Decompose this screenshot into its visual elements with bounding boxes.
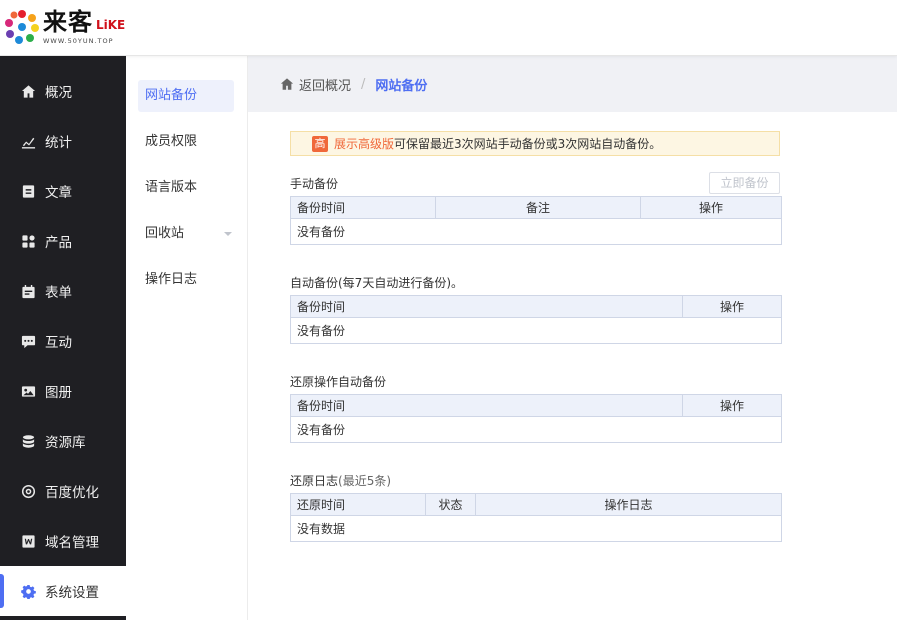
empty-message: 没有备份 <box>290 317 782 344</box>
submenu-item-backup[interactable]: 网站备份 <box>138 80 234 112</box>
settings-submenu: 网站备份 成员权限 语言版本 回收站 操作日志 <box>126 56 248 620</box>
breadcrumb-separator: / <box>361 76 366 92</box>
sidebar-item-form[interactable]: 表单 <box>0 266 126 316</box>
article-icon <box>20 183 36 199</box>
sidebar-item-database[interactable]: 资源库 <box>0 416 126 466</box>
sidebar-item-label: 资源库 <box>45 435 86 451</box>
premium-badge-icon: 高 <box>312 135 328 152</box>
breadcrumb-current: 网站备份 <box>375 78 428 94</box>
home-icon <box>20 83 36 99</box>
restore-backup-title: 还原操作自动备份 <box>290 375 387 389</box>
table-header-row: 还原时间 状态 操作日志 <box>290 493 782 516</box>
column-header: 备注 <box>435 196 641 219</box>
submenu-item-recycle[interactable]: 回收站 <box>138 218 234 250</box>
submenu-item-logs[interactable]: 操作日志 <box>138 264 234 296</box>
column-header: 操作 <box>682 394 782 417</box>
sidebar-item-stats[interactable]: 统计 <box>0 116 126 166</box>
backup-now-button[interactable]: 立即备份 <box>709 172 780 194</box>
sidebar-item-label: 统计 <box>45 135 72 151</box>
auto-backup-title: 自动备份(每7天自动进行备份)。 <box>290 276 463 290</box>
logo-url: WWW.50YUN.TOP <box>43 37 114 45</box>
table-header-row: 备份时间 备注 操作 <box>290 196 782 219</box>
sidebar-item-settings[interactable]: 系统设置 <box>0 566 126 616</box>
submenu-item-language[interactable]: 语言版本 <box>138 172 234 204</box>
column-header: 备份时间 <box>290 196 436 219</box>
submenu-item-label: 回收站 <box>145 226 185 241</box>
logo-text-cn: 来客 <box>43 8 93 36</box>
upgrade-link[interactable]: 展示高级版 <box>334 135 394 152</box>
top-header: 来客 LiKE WWW.50YUN.TOP <box>0 0 897 56</box>
stats-icon <box>20 133 36 149</box>
sidebar-item-interact[interactable]: 互动 <box>0 316 126 366</box>
restore-log-table: 还原时间 状态 操作日志 没有数据 <box>290 493 782 542</box>
sidebar-item-seo[interactable]: 百度优化 <box>0 466 126 516</box>
restore-log-subtitle: (最近5条) <box>338 474 392 488</box>
database-icon <box>20 433 36 449</box>
table-row: 没有数据 <box>290 515 782 542</box>
chevron-down-icon <box>224 232 232 236</box>
restore-log-title: 还原日志(最近5条) <box>290 472 391 489</box>
manual-backup-table: 备份时间 备注 操作 没有备份 <box>290 196 782 245</box>
sidebar-item-label: 图册 <box>45 385 72 401</box>
form-icon <box>20 283 36 299</box>
main-sidebar: 概况 统计 文章 产品 表单 互动 图册 资源库 百度优化 域名管理 系统设置 <box>0 56 126 620</box>
restore-backup-table: 备份时间 操作 没有备份 <box>290 394 782 443</box>
submenu-item-members[interactable]: 成员权限 <box>138 126 234 158</box>
column-header: 备份时间 <box>290 295 683 318</box>
sidebar-item-label: 产品 <box>45 235 72 251</box>
sidebar-item-label: 百度优化 <box>45 485 99 501</box>
sidebar-item-label: 域名管理 <box>45 535 99 551</box>
table-header-row: 备份时间 操作 <box>290 394 782 417</box>
table-row: 没有备份 <box>290 218 782 245</box>
home-icon <box>280 78 294 90</box>
breadcrumb-home-label: 返回概况 <box>299 78 352 94</box>
logo-mark-icon <box>5 10 39 44</box>
product-icon <box>20 233 36 249</box>
chat-icon <box>20 333 36 349</box>
notice-message: 可保留最近3次网站手动备份或3次网站自动备份。 <box>394 137 662 151</box>
sidebar-item-label: 表单 <box>45 285 72 301</box>
column-header: 操作 <box>682 295 782 318</box>
column-header: 操作日志 <box>475 493 782 516</box>
main-content: 返回概况 / 网站备份 高 展示高级版 可保留最近3次网站手动备份或3次网站自动… <box>248 56 897 620</box>
table-row: 没有备份 <box>290 317 782 344</box>
sidebar-item-overview[interactable]: 概况 <box>0 66 126 116</box>
album-icon <box>20 383 36 399</box>
upgrade-notice: 高 展示高级版 可保留最近3次网站手动备份或3次网站自动备份。 <box>290 131 780 156</box>
empty-message: 没有备份 <box>290 218 782 245</box>
seo-icon <box>20 483 36 499</box>
domain-icon <box>20 533 36 549</box>
logo-text-en: LiKE <box>96 18 126 32</box>
manual-backup-title: 手动备份 <box>290 177 339 191</box>
column-header: 状态 <box>425 493 476 516</box>
sidebar-item-label: 文章 <box>45 185 72 201</box>
sidebar-item-label: 系统设置 <box>45 585 99 601</box>
gear-icon <box>20 583 36 599</box>
restore-log-title-text: 还原日志 <box>290 474 339 488</box>
sidebar-item-label: 概况 <box>45 85 72 101</box>
auto-backup-table: 备份时间 操作 没有备份 <box>290 295 782 344</box>
column-header: 还原时间 <box>290 493 426 516</box>
sidebar-item-album[interactable]: 图册 <box>0 366 126 416</box>
table-header-row: 备份时间 操作 <box>290 295 782 318</box>
sidebar-item-domain[interactable]: 域名管理 <box>0 516 126 566</box>
sidebar-item-product[interactable]: 产品 <box>0 216 126 266</box>
sidebar-item-label: 互动 <box>45 335 72 351</box>
empty-message: 没有数据 <box>290 515 782 542</box>
empty-message: 没有备份 <box>290 416 782 443</box>
breadcrumb: 返回概况 / 网站备份 <box>248 56 897 112</box>
table-row: 没有备份 <box>290 416 782 443</box>
logo[interactable]: 来客 LiKE WWW.50YUN.TOP <box>4 6 134 48</box>
column-header: 备份时间 <box>290 394 683 417</box>
column-header: 操作 <box>640 196 782 219</box>
sidebar-item-article[interactable]: 文章 <box>0 166 126 216</box>
breadcrumb-home-link[interactable]: 返回概况 <box>280 75 351 94</box>
